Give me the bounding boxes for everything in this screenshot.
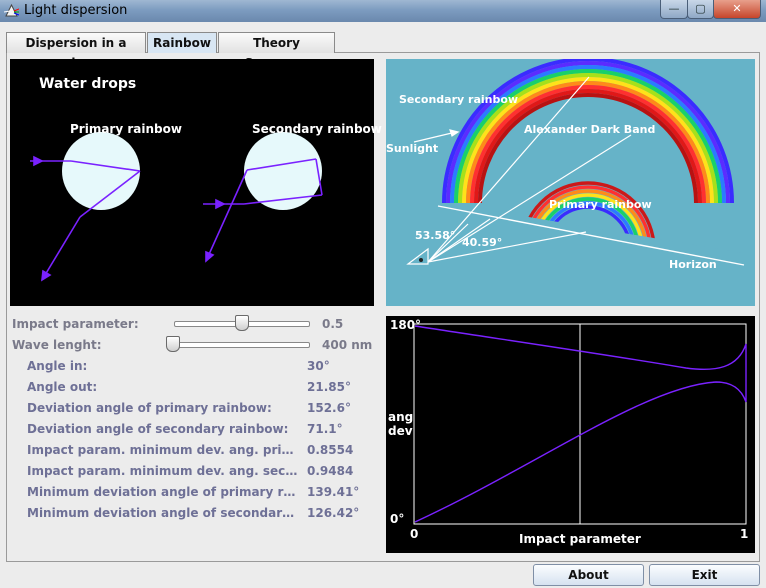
exit-button[interactable]: Exit <box>649 564 760 586</box>
primary-rainbow-caption: Primary rainbow <box>549 198 652 211</box>
impact-slider-thumb[interactable] <box>235 315 249 331</box>
observer-icon <box>406 247 429 265</box>
rainbow-panel: Secondary rainbow Alexander Dark Band Su… <box>386 59 755 306</box>
title-bar: Light dispersion — ▢ ✕ <box>0 0 766 22</box>
min-deviation-primary-value: 139.41° <box>307 485 360 499</box>
primary-angle-label: 40.59° <box>462 236 503 249</box>
x-axis-left-label: 0 <box>410 527 419 541</box>
minimize-button[interactable]: — <box>660 0 688 19</box>
y-axis-top-label: 180° <box>390 318 422 332</box>
maximize-button[interactable]: ▢ <box>687 0 714 19</box>
secondary-deviation-label: Deviation angle of secondary rainbow: <box>27 422 289 436</box>
about-button[interactable]: About <box>533 564 644 586</box>
sunlight-label: Sunlight <box>386 142 439 155</box>
deviation-graph <box>413 323 747 525</box>
impact-min-primary-value: 0.8554 <box>307 443 354 457</box>
primary-deviation-value: 152.6° <box>307 401 351 415</box>
y-axis-label-dev: dev <box>388 424 413 438</box>
wave-length-value: 400 nm <box>322 338 373 352</box>
secondary-deviation-value: 71.1° <box>307 422 343 436</box>
wave-slider-thumb[interactable] <box>166 336 180 352</box>
horizon-label: Horizon <box>669 258 717 271</box>
impact-parameter-value: 0.5 <box>322 317 344 331</box>
main-window: Dispersion in a prism Rainbow Theory Sum… <box>0 22 766 588</box>
primary-rainbow-label: Primary rainbow <box>70 122 182 136</box>
x-axis-right-label: 1 <box>740 527 749 541</box>
impact-min-primary-label: Impact param. minimum dev. ang. primary … <box>27 443 299 457</box>
sunlight-arrow <box>413 129 460 143</box>
primary-deviation-label: Deviation angle of primary rainbow: <box>27 401 272 415</box>
angle-in-label: Angle in: <box>27 359 88 373</box>
tab-dispersion-in-prism[interactable]: Dispersion in a prism <box>6 32 146 70</box>
angle-out-value: 21.85° <box>307 380 351 394</box>
tab-rainbow[interactable]: Rainbow <box>147 32 217 53</box>
min-deviation-secondary-value: 126.42° <box>307 506 360 520</box>
secondary-rainbow-caption: Secondary rainbow <box>399 93 519 106</box>
secondary-drop <box>244 132 322 210</box>
secondary-angle-label: 53.58° <box>415 229 456 242</box>
x-axis-title: Impact parameter <box>519 532 641 546</box>
wave-length-slider[interactable] <box>166 336 312 352</box>
impact-parameter-label: Impact parameter: <box>12 317 139 331</box>
impact-parameter-slider[interactable] <box>172 315 312 331</box>
y-axis-label-ang: ang <box>388 410 414 424</box>
primary-drop <box>62 132 140 210</box>
app-icon <box>4 3 19 17</box>
angle-in-value: 30° <box>307 359 330 373</box>
tab-theory-summary[interactable]: Theory Summary <box>218 32 335 70</box>
window-title: Light dispersion <box>24 3 128 18</box>
min-deviation-secondary-label: Minimum deviation angle of secondary rai… <box>27 506 299 520</box>
wave-length-label: Wave lenght: <box>12 338 102 352</box>
y-axis-bottom-label: 0° <box>390 512 405 526</box>
water-drops-title: Water drops <box>39 76 137 92</box>
min-deviation-primary-label: Minimum deviation angle of primary rainb… <box>27 485 299 499</box>
water-drops-panel: Water drops Primary rainbow Secondary ra… <box>10 59 382 306</box>
impact-min-secondary-label: Impact param. minimum dev. ang. secondar… <box>27 464 299 478</box>
alexander-dark-band-label: Alexander Dark Band <box>524 123 656 136</box>
close-button[interactable]: ✕ <box>713 0 761 19</box>
secondary-rainbow-label: Secondary rainbow <box>252 122 382 136</box>
impact-min-secondary-value: 0.9484 <box>307 464 354 478</box>
deviation-graph-panel: 180° 0° ang dev 0 1 Impact parameter <box>386 316 755 553</box>
angle-out-label: Angle out: <box>27 380 98 394</box>
water-drops-diagram <box>30 132 323 282</box>
